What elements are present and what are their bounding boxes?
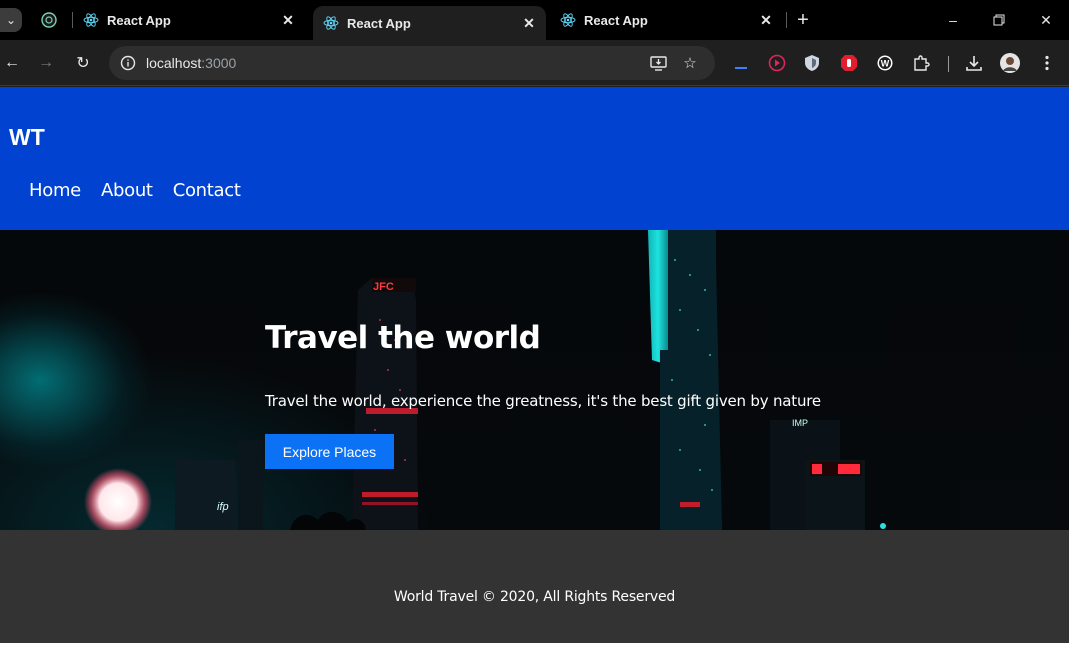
- install-app-icon[interactable]: [649, 54, 667, 72]
- pinned-tab-chatgpt[interactable]: [36, 8, 62, 32]
- menu-icon[interactable]: [1037, 53, 1057, 73]
- url-host: localhost: [146, 55, 202, 71]
- forward-icon[interactable]: →: [34, 51, 58, 75]
- explore-places-button[interactable]: Explore Places: [265, 434, 394, 469]
- extensions-puzzle-icon[interactable]: [911, 53, 931, 73]
- tab-3[interactable]: React App ✕: [550, 6, 783, 34]
- site-footer: World Travel © 2020, All Rights Reserved: [0, 530, 1069, 643]
- url-port: :3000: [201, 55, 237, 71]
- nav-contact-link[interactable]: Contact: [173, 180, 241, 201]
- browser-toolbar: ← → ↻ localhost:3000 ☆ W: [0, 40, 1069, 86]
- nav-about-link[interactable]: About: [101, 180, 153, 201]
- react-icon: [83, 12, 99, 28]
- react-icon: [560, 12, 576, 28]
- browser-tab-strip: ⌄ React App ✕ React App ✕ React App ✕ + …: [0, 0, 1069, 40]
- site-info-icon[interactable]: [119, 54, 137, 72]
- footer-copyright: World Travel © 2020, All Rights Reserved: [393, 589, 676, 605]
- site-header: WT Home About Contact: [0, 87, 1069, 230]
- bookmark-star-icon[interactable]: ☆: [681, 54, 699, 72]
- page-viewport: WT Home About Contact JFC IMP ifp Travel…: [0, 87, 1069, 647]
- svg-text:JFC: JFC: [373, 281, 394, 293]
- chevron-down-icon: ⌄: [5, 13, 17, 27]
- hero-content: Travel the world Travel the world, exper…: [265, 320, 821, 469]
- tab-title: React App: [107, 12, 171, 28]
- extension-w-icon[interactable]: W: [875, 53, 895, 73]
- tab-separator: [786, 12, 787, 28]
- download-icon[interactable]: [964, 53, 984, 73]
- extension-underscore-icon[interactable]: [731, 53, 751, 73]
- new-tab-icon[interactable]: +: [792, 9, 814, 31]
- tab-search-button[interactable]: ⌄: [0, 8, 22, 32]
- svg-text:W: W: [881, 59, 890, 69]
- extension-shield-icon[interactable]: [802, 53, 822, 73]
- extension-stop-hand-icon[interactable]: [839, 53, 859, 73]
- close-icon[interactable]: ✕: [757, 11, 775, 29]
- reload-icon[interactable]: ↻: [71, 51, 95, 75]
- address-bar[interactable]: localhost:3000 ☆: [109, 46, 715, 80]
- toolbar-divider: [948, 56, 949, 72]
- hero-section: JFC IMP ifp Travel the world Travel the …: [0, 230, 1069, 530]
- main-nav: Home About Contact: [29, 180, 241, 201]
- window-close-icon[interactable]: ✕: [1023, 6, 1069, 34]
- tab-title: React App: [347, 15, 411, 31]
- tab-title: React App: [584, 12, 648, 28]
- restore-icon[interactable]: [976, 6, 1022, 34]
- back-icon[interactable]: ←: [0, 51, 24, 75]
- tab-1[interactable]: React App ✕: [73, 6, 305, 34]
- close-icon[interactable]: ✕: [520, 14, 538, 32]
- nav-home-link[interactable]: Home: [29, 180, 81, 201]
- site-logo[interactable]: WT: [9, 124, 45, 151]
- profile-avatar[interactable]: [1000, 53, 1020, 73]
- hero-title: Travel the world: [265, 320, 541, 356]
- tab-2-active[interactable]: React App ✕: [313, 6, 546, 40]
- minimize-icon[interactable]: –: [930, 6, 976, 34]
- chatgpt-icon: [41, 12, 57, 28]
- url-text: localhost:3000: [146, 55, 236, 71]
- extension-record-icon[interactable]: [767, 53, 787, 73]
- close-icon[interactable]: ✕: [279, 11, 297, 29]
- react-icon: [323, 15, 339, 31]
- hero-subtitle: Travel the world, experience the greatne…: [265, 392, 821, 410]
- svg-text:ifp: ifp: [217, 501, 229, 513]
- svg-text:IMP: IMP: [792, 418, 808, 428]
